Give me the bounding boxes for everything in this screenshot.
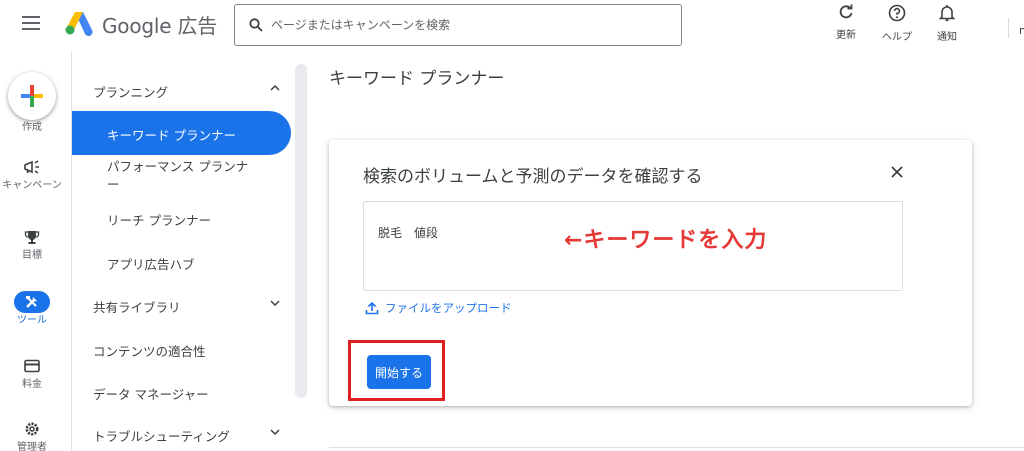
keyword-input-box[interactable]: 脱毛 値段 ←キーワードを入力 [363, 201, 903, 291]
chevron-down-icon [270, 429, 280, 435]
tools-icon [14, 291, 50, 313]
rail-label: 目標 [22, 250, 42, 261]
refresh-icon [839, 4, 853, 19]
gear-icon [14, 418, 50, 440]
nav-section-label: トラブルシューティング [93, 429, 230, 444]
create-label: 作成 [22, 122, 42, 133]
help-label: ヘルプ [882, 32, 912, 43]
nav-section-planning[interactable]: プランニング [93, 82, 298, 101]
upload-label: ファイルをアップロード [385, 301, 512, 315]
upload-file-link[interactable]: ファイルをアップロード [365, 300, 512, 316]
help-icon [888, 4, 906, 22]
rail-item-billing[interactable]: 料金 [0, 355, 64, 391]
rail-label: 管理者 [17, 442, 47, 451]
divider [1008, 18, 1009, 38]
nav-section-shared-library[interactable]: 共有ライブラリ [93, 297, 298, 316]
rail-label: ツール [17, 315, 47, 326]
credit-card-icon [14, 355, 50, 377]
nav-item-label: アプリ広告ハブ [107, 257, 195, 272]
divider [329, 447, 1024, 448]
bell-icon [938, 5, 956, 22]
trophy-icon [14, 226, 50, 248]
nav-item-keyword-planner[interactable]: キーワード プランナー [72, 111, 291, 155]
rail-label: キャンペーン [2, 180, 62, 191]
rail-item-tools[interactable]: ツール [0, 291, 64, 327]
nav-scrollbar[interactable] [295, 64, 307, 398]
nav-item-app-ads-hub[interactable]: アプリ広告ハブ [107, 254, 257, 273]
nav-item-label: データ マネージャー [93, 387, 209, 402]
notifications-button[interactable]: 通知 [927, 4, 967, 43]
nav-item-performance-planner[interactable]: パフォーマンス プランナー [107, 158, 257, 194]
rail-item-goals[interactable]: 目標 [0, 226, 64, 262]
refresh-button[interactable]: 更新 [826, 4, 866, 41]
create-label-wrap: 作成 [0, 122, 64, 134]
nav-item-label: コンテンツの適合性 [93, 344, 206, 359]
megaphone-icon [14, 156, 50, 178]
close-icon[interactable] [887, 162, 907, 182]
rail-item-admin[interactable]: 管理者 [0, 418, 64, 451]
brand-name: Google 広告 [102, 14, 218, 38]
nav-section-troubleshooting[interactable]: トラブルシューティング [93, 426, 298, 445]
plus-icon [21, 85, 43, 107]
nav-item-label: リーチ プランナー [107, 213, 211, 228]
nav-item-reach-planner[interactable]: リーチ プランナー [107, 210, 257, 229]
card-title: 検索のボリュームと予測のデータを確認する [363, 167, 703, 187]
top-bar: Google 広告 更新 ヘルプ 通知 n [0, 0, 1024, 52]
google-ads-logo [65, 12, 93, 36]
rail-item-campaigns[interactable]: キャンペーン [0, 156, 64, 192]
search-input[interactable] [271, 18, 651, 32]
nav-item-data-manager[interactable]: データ マネージャー [93, 384, 298, 403]
nav-item-label: パフォーマンス プランナー [107, 159, 249, 192]
rail-label: 料金 [22, 379, 42, 390]
highlight-box [348, 340, 445, 401]
notifications-label: 通知 [937, 32, 957, 43]
left-rail: 作成 キャンペーン 目標 ツール 料金 管理者 [0, 52, 72, 451]
search-box[interactable] [234, 4, 682, 46]
help-button[interactable]: ヘルプ [877, 4, 917, 43]
create-button[interactable] [8, 72, 56, 120]
page-title: キーワード プランナー [329, 69, 505, 89]
upload-icon [365, 301, 379, 315]
annotation-text: ←キーワードを入力 [564, 228, 768, 253]
tools-nav-panel: プランニング キーワード プランナー パフォーマンス プランナー リーチ プラン… [72, 52, 308, 451]
account-initial[interactable]: n [1019, 24, 1024, 37]
keyword-input-value: 脱毛 値段 [378, 226, 439, 240]
menu-icon[interactable] [22, 16, 40, 30]
nav-section-label: 共有ライブラリ [93, 300, 181, 315]
chevron-down-icon [270, 300, 280, 306]
refresh-label: 更新 [836, 30, 856, 41]
nav-section-label: プランニング [93, 85, 169, 100]
nav-item-content-suitability[interactable]: コンテンツの適合性 [93, 341, 298, 360]
search-icon [249, 18, 263, 32]
chevron-up-icon [270, 85, 280, 91]
nav-item-label: キーワード プランナー [107, 128, 236, 143]
